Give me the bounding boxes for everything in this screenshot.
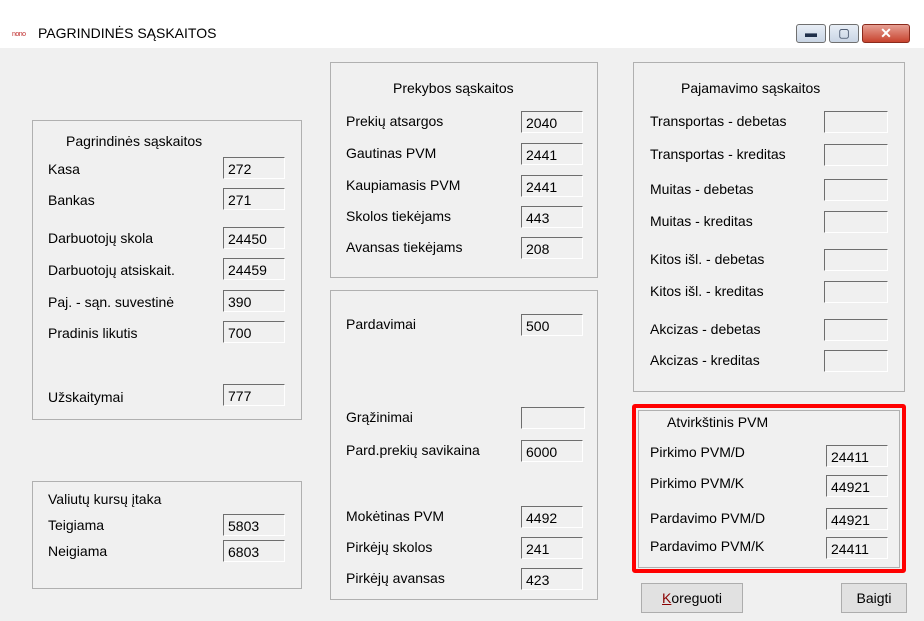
label-prekiu-atsargos: Prekių atsargos xyxy=(346,113,444,129)
field-grazinimai[interactable] xyxy=(521,407,585,429)
label-bankas: Bankas xyxy=(48,192,95,208)
field-teigiama[interactable]: 5803 xyxy=(223,514,285,536)
field-pardavimo-pvm-d[interactable]: 44921 xyxy=(826,508,888,530)
label-muitas-kreditas: Muitas - kreditas xyxy=(650,213,753,229)
field-pardavimai[interactable]: 500 xyxy=(521,314,583,336)
baigti-label: Baigti xyxy=(856,590,892,606)
label-akcizas-debetas: Akcizas - debetas xyxy=(650,321,761,337)
koreguoti-hotkey: K xyxy=(662,590,672,606)
minimize-button[interactable]: ▬ xyxy=(796,24,826,43)
field-transportas-debetas[interactable] xyxy=(824,111,888,133)
field-muitas-debetas[interactable] xyxy=(824,179,888,201)
main-window: nono PAGRINDINĖS SĄSKAITOS ▬ ▢ ✕ Pagrind… xyxy=(0,0,924,621)
maximize-button[interactable]: ▢ xyxy=(829,24,859,43)
label-gautinas-pvm: Gautinas PVM xyxy=(346,145,437,161)
baigti-button[interactable]: Baigti xyxy=(841,583,907,613)
field-darbuotoju-skola[interactable]: 24450 xyxy=(223,227,285,249)
label-pirkimo-pvm-k: Pirkimo PVM/K xyxy=(650,475,745,491)
label-paj-san-suvestine: Paj. - sąn. suvestinė xyxy=(48,294,175,310)
label-transportas-kreditas: Transportas - kreditas xyxy=(650,146,786,162)
label-pradinis-likutis: Pradinis likutis xyxy=(48,325,138,341)
field-pirkimo-pvm-d[interactable]: 24411 xyxy=(826,445,888,467)
label-kitos-isl-kreditas: Kitos išl. - kreditas xyxy=(650,283,764,299)
main-accounts-title: Pagrindinės sąskaitos xyxy=(66,133,203,149)
field-pirkimo-pvm-k[interactable]: 44921 xyxy=(826,475,888,497)
label-grazinimai: Grąžinimai xyxy=(346,409,413,425)
field-akcizas-debetas[interactable] xyxy=(824,319,888,341)
field-moketinas-pvm[interactable]: 4492 xyxy=(521,506,583,528)
field-pardavimo-pvm-k[interactable]: 24411 xyxy=(826,537,888,559)
close-button[interactable]: ✕ xyxy=(862,24,910,43)
field-pirkeju-avansas[interactable]: 423 xyxy=(521,568,583,590)
field-kaupiamasis-pvm[interactable]: 2441 xyxy=(521,175,583,197)
label-pardavimai: Pardavimai xyxy=(346,316,417,332)
label-pardavimo-pvm-k: Pardavimo PVM/K xyxy=(650,538,765,554)
label-pirkeju-skolos: Pirkėjų skolos xyxy=(346,539,433,555)
app-icon: nono xyxy=(12,31,26,38)
label-suma-moketinas-pvm: Mokėtinas PVM xyxy=(346,508,445,524)
field-pradinis-likutis[interactable]: 700 xyxy=(223,321,285,343)
field-pirkeju-skolos[interactable]: 241 xyxy=(521,537,583,559)
close-icon: ✕ xyxy=(880,25,892,41)
field-kitos-isl-debetas[interactable] xyxy=(824,249,888,271)
field-bankas[interactable]: 271 xyxy=(223,188,285,210)
field-muitas-kreditas[interactable] xyxy=(824,211,888,233)
field-pard-prekiu-savikaina[interactable]: 6000 xyxy=(521,440,583,462)
field-akcizas-kreditas[interactable] xyxy=(824,350,888,372)
field-kasa[interactable]: 272 xyxy=(223,157,285,179)
field-uzskaitymai[interactable]: 777 xyxy=(223,384,285,406)
reverse-vat-title: Atvirkštinis PVM xyxy=(667,414,769,430)
field-avansas-tiekejams[interactable]: 208 xyxy=(521,237,583,259)
label-kaupiamasis-pvm: Kaupiamasis PVM xyxy=(346,177,461,193)
label-darbuotoju-atsiskait: Darbuotojų atsiskait. xyxy=(48,262,175,278)
trade-title: Prekybos sąskaitos xyxy=(393,80,514,96)
field-darbuotoju-atsiskait[interactable]: 24459 xyxy=(223,258,285,280)
label-skolos-tiekejams: Skolos tiekėjams xyxy=(346,208,452,224)
field-prekiu-atsargos[interactable]: 2040 xyxy=(521,111,583,133)
field-neigiama[interactable]: 6803 xyxy=(223,540,285,562)
field-gautinas-pvm[interactable]: 2441 xyxy=(521,143,583,165)
income-title: Pajamavimo sąskaitos xyxy=(681,80,821,96)
title-bar: nono PAGRINDINĖS SĄSKAITOS ▬ ▢ ✕ xyxy=(0,0,924,48)
label-kasa: Kasa xyxy=(48,161,80,177)
label-avansas-tiekejams: Avansas tiekėjams xyxy=(346,239,463,255)
field-kitos-isl-kreditas[interactable] xyxy=(824,281,888,303)
koreguoti-label: oreguoti xyxy=(671,590,722,606)
label-pirkeju-avansas: Pirkėjų avansas xyxy=(346,570,445,586)
minimize-icon: ▬ xyxy=(805,26,817,40)
maximize-icon: ▢ xyxy=(838,26,850,40)
label-muitas-debetas: Muitas - debetas xyxy=(650,181,754,197)
koreguoti-button[interactable]: Koreguoti xyxy=(641,583,743,613)
label-pard-prekiu-savikaina: Pard.prekių savikaina xyxy=(346,442,480,458)
label-neigiama: Neigiama xyxy=(48,543,108,559)
field-paj-san-suvestine[interactable]: 390 xyxy=(223,290,285,312)
label-pirkimo-pvm-d: Pirkimo PVM/D xyxy=(650,444,745,460)
field-transportas-kreditas[interactable] xyxy=(824,144,888,166)
label-darbuotoju-skola: Darbuotojų skola xyxy=(48,230,154,246)
label-kitos-isl-debetas: Kitos išl. - debetas xyxy=(650,251,765,267)
field-skolos-tiekejams[interactable]: 443 xyxy=(521,206,583,228)
label-akcizas-kreditas: Akcizas - kreditas xyxy=(650,352,760,368)
label-teigiama: Teigiama xyxy=(48,517,105,533)
label-uzskaitymai: Užskaitymai xyxy=(48,389,124,405)
label-pardavimo-pvm-d: Pardavimo PVM/D xyxy=(650,510,766,526)
currency-title: Valiutų kursų įtaka xyxy=(48,491,162,507)
window-title: PAGRINDINĖS SĄSKAITOS xyxy=(38,25,217,41)
label-transportas-debetas: Transportas - debetas xyxy=(650,113,787,129)
